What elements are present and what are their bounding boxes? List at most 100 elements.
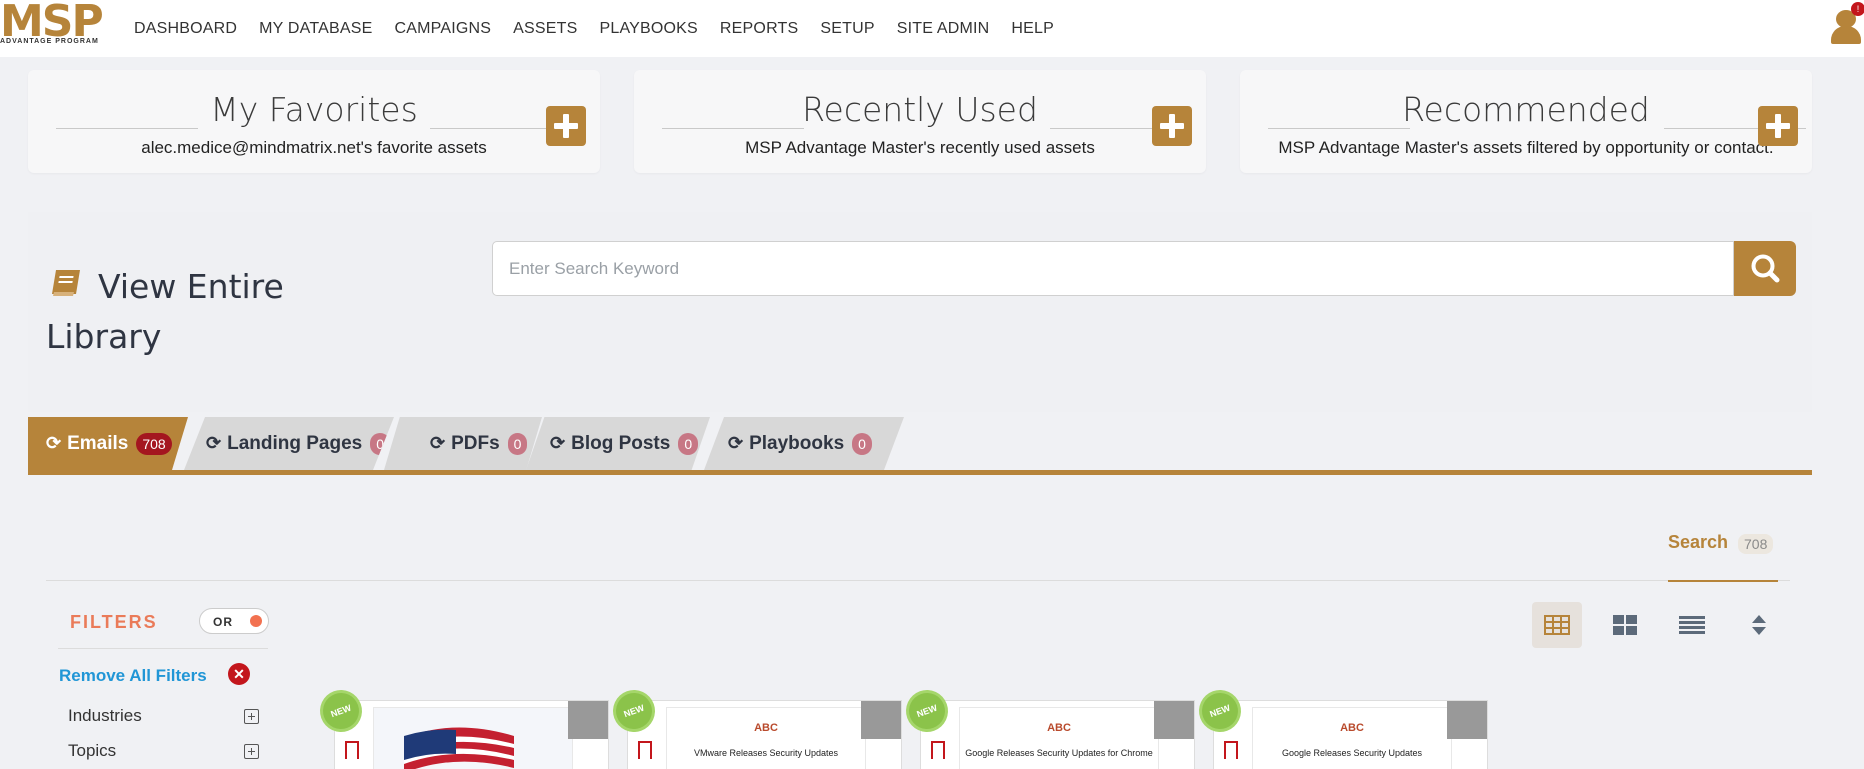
nav-site-admin[interactable]: SITE ADMIN <box>897 20 990 38</box>
card-title: Recently Used <box>802 90 1038 129</box>
nav-assets[interactable]: ASSETS <box>513 20 577 38</box>
tab-label: Landing Pages <box>227 432 363 454</box>
facet-industries[interactable]: Industries <box>68 706 142 726</box>
nav-my-database[interactable]: MY DATABASE <box>259 20 372 38</box>
card-description: MSP Advantage Master's assets filtered b… <box>1278 138 1774 157</box>
search-results-tab[interactable]: Search <box>1668 532 1728 553</box>
tab-count-badge: 708 <box>136 432 172 455</box>
user-menu[interactable]: ! <box>1830 2 1864 44</box>
asset-thumbnail[interactable]: ABC Google Releases Security Updates <box>1252 707 1452 769</box>
grid-view-icon <box>1613 615 1637 635</box>
facet-topics[interactable]: Topics <box>68 741 116 761</box>
logo-tagline: ADVANTAGE PROGRAM <box>0 38 99 45</box>
tab-count-badge: 0 <box>507 432 528 455</box>
favorites-card[interactable]: My Favorites alec.medice@mindmatrix.net'… <box>28 70 600 173</box>
asset-type-tabs: ⟳ Emails 708 ⟳ Landing Pages 0 ⟳ PDFs 0 … <box>28 417 1812 476</box>
msp-logo[interactable]: MSP ADVANTAGE PROGRAM <box>0 0 110 52</box>
add-recommended-button[interactable] <box>1758 106 1798 146</box>
library-panel: View Entire Library <box>28 212 1812 412</box>
thumb-title: VMware Releases Security Updates <box>693 748 839 758</box>
toggle-label: OR <box>213 615 233 629</box>
thumb-logo: ABC <box>1047 722 1071 734</box>
filters-divider <box>58 648 268 649</box>
recommended-card[interactable]: Recommended MSP Advantage Master's asset… <box>1240 70 1812 173</box>
refresh-icon: ⟳ <box>728 433 744 453</box>
table-view-button[interactable] <box>1532 602 1582 648</box>
asset-thumbnail[interactable]: ABC VMware Releases Security Updates <box>666 707 866 769</box>
library-search-button[interactable] <box>1734 241 1796 296</box>
recently-used-card[interactable]: Recently Used MSP Advantage Master's rec… <box>634 70 1206 173</box>
search-results-count: 708 <box>1738 534 1774 554</box>
thumb-logo: ABC <box>1340 722 1364 734</box>
expand-industries-icon[interactable] <box>244 709 259 724</box>
thumb-title: Google Releases Security Updates <box>1281 748 1423 758</box>
library-search-input[interactable] <box>492 241 1734 296</box>
list-view-icon <box>1679 616 1705 634</box>
inbox-icon[interactable] <box>568 701 608 739</box>
new-badge: NEW <box>610 687 658 735</box>
top-navigation-bar: MSP ADVANTAGE PROGRAM DASHBOARD MY DATAB… <box>0 0 1864 57</box>
nav-setup[interactable]: SETUP <box>820 20 874 38</box>
nav-playbooks[interactable]: PLAYBOOKS <box>599 20 697 38</box>
sort-icon <box>1752 615 1766 635</box>
add-recently-used-button[interactable] <box>1152 106 1192 146</box>
thumb-logo: ABC <box>754 722 778 734</box>
main-nav: DASHBOARD MY DATABASE CAMPAIGNS ASSETS P… <box>134 20 1076 38</box>
tab-label: Emails <box>67 432 129 454</box>
search-icon <box>1751 254 1780 283</box>
inbox-icon[interactable] <box>1154 701 1194 739</box>
refresh-icon: ⟳ <box>46 433 62 453</box>
card-description: MSP Advantage Master's recently used ass… <box>745 138 1095 157</box>
add-favorite-button[interactable] <box>546 106 586 146</box>
inbox-icon[interactable] <box>861 701 901 739</box>
thumb-title: Google Releases Security Updates for Chr… <box>965 748 1153 758</box>
refresh-icon: ⟳ <box>550 433 566 453</box>
new-badge: NEW <box>903 687 951 735</box>
grid-view-button[interactable] <box>1600 602 1650 648</box>
nav-help[interactable]: HELP <box>1011 20 1054 38</box>
filter-logic-toggle[interactable]: OR <box>199 608 269 634</box>
tab-playbooks[interactable]: ⟳ Playbooks 0 <box>704 417 904 470</box>
results-divider <box>46 580 1790 581</box>
tab-label: Playbooks <box>749 432 845 454</box>
table-view-icon <box>1544 615 1570 635</box>
nav-campaigns[interactable]: CAMPAIGNS <box>395 20 492 38</box>
tab-label: PDFs <box>451 432 500 454</box>
asset-thumbnail[interactable] <box>373 707 573 769</box>
tab-count-badge: 0 <box>852 432 872 455</box>
tab-underline <box>28 470 1812 475</box>
filters-heading: FILTERS <box>70 612 158 632</box>
toggle-knob <box>250 615 262 627</box>
new-badge: NEW <box>1196 687 1244 735</box>
tab-count-badge: 0 <box>370 432 391 455</box>
library-title: View Entire Library <box>46 267 284 356</box>
asset-card[interactable]: NEW <box>317 687 609 769</box>
tab-blog-posts[interactable]: ⟳ Blog Posts 0 <box>526 417 710 470</box>
inbox-icon[interactable] <box>1447 701 1487 739</box>
user-avatar-body <box>1831 26 1861 44</box>
expand-topics-icon[interactable] <box>244 744 259 759</box>
tab-pdfs[interactable]: ⟳ PDFs 0 <box>384 417 542 470</box>
nav-dashboard[interactable]: DASHBOARD <box>134 20 237 38</box>
nav-reports[interactable]: REPORTS <box>720 20 798 38</box>
tab-emails[interactable]: ⟳ Emails 708 <box>28 417 188 470</box>
bookmark-icon[interactable] <box>931 741 945 759</box>
asset-card[interactable]: ABC Google Releases Security Updates for… <box>903 687 1195 769</box>
asset-thumbnail[interactable]: ABC Google Releases Security Updates for… <box>959 707 1159 769</box>
flag-image <box>374 708 572 769</box>
bookmark-icon[interactable] <box>345 741 359 759</box>
asset-card[interactable]: ABC VMware Releases Security Updates NEW <box>610 687 902 769</box>
remove-all-filters-link[interactable]: Remove All Filters <box>59 666 207 686</box>
sort-button[interactable] <box>1734 602 1784 648</box>
bookmark-icon[interactable] <box>638 741 652 759</box>
refresh-icon: ⟳ <box>430 433 446 453</box>
tab-landing-pages[interactable]: ⟳ Landing Pages 0 <box>184 417 394 470</box>
card-title: My Favorites <box>210 90 418 129</box>
asset-card[interactable]: ABC Google Releases Security Updates NEW <box>1196 687 1488 769</box>
bookmark-icon[interactable] <box>1224 741 1238 759</box>
list-view-button[interactable] <box>1667 602 1717 648</box>
new-badge: NEW <box>317 687 365 735</box>
search-tab-underline <box>1668 580 1778 582</box>
close-icon[interactable]: ✕ <box>228 663 250 685</box>
tab-label: Blog Posts <box>571 432 671 454</box>
